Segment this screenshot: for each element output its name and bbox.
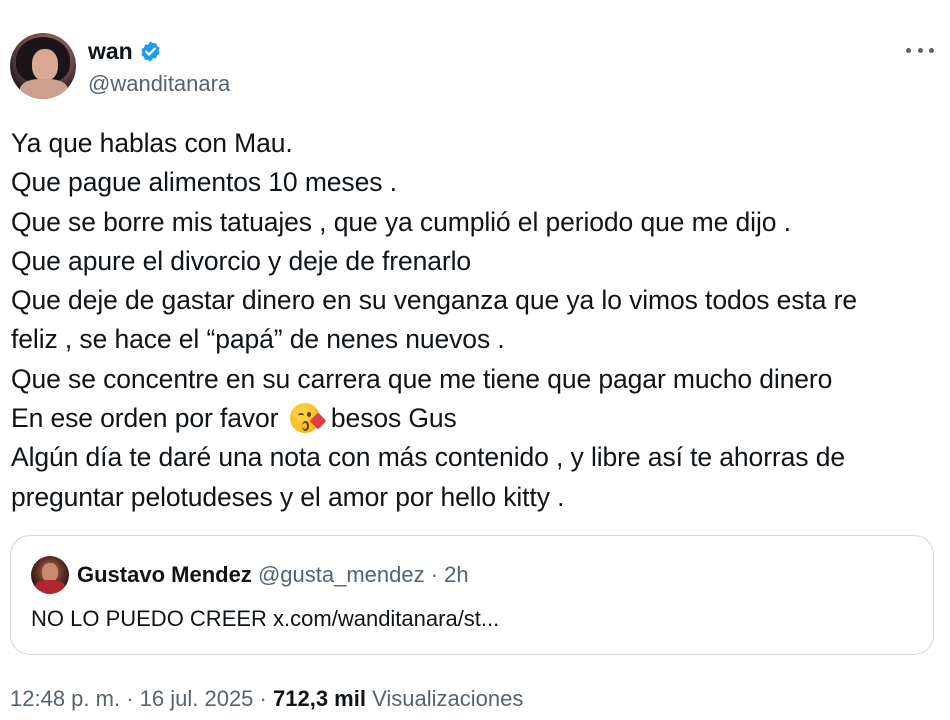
author-handle[interactable]: @wanditanara: [88, 70, 230, 98]
quoted-time[interactable]: 2h: [444, 562, 468, 587]
footer-separator: ·: [259, 686, 267, 711]
quoted-tweet-text: NO LO PUEDO CREER x.com/wanditanara/st..…: [31, 606, 500, 631]
views-count: 712,3 mil: [273, 686, 366, 711]
views-label: Visualizaciones: [372, 686, 524, 711]
tweet-line: Que se concentre en su carrera que me ti…: [11, 363, 833, 394]
tweet-line: feliz , se hace el “papá” de nenes nuevo…: [11, 324, 505, 355]
tweet-line: Que se borre mis tatuajes , que ya cumpl…: [11, 206, 791, 237]
author-name-row[interactable]: wan: [88, 37, 162, 65]
tweet-line: Que apure el divorcio y deje de frenarlo: [11, 245, 472, 276]
tweet-text: Ya que hablas con Mau. Que pague aliment…: [11, 124, 941, 517]
tweet-footer: 12:48 p. m. · 16 jul. 2025 · 712,3 mil V…: [10, 684, 523, 714]
tweet-line: Algún día te daré una nota con más conte…: [11, 442, 845, 473]
tweet-time[interactable]: 12:48 p. m.: [10, 686, 120, 711]
author-name[interactable]: wan: [88, 37, 133, 65]
more-options-icon[interactable]: [906, 36, 934, 64]
quoted-author-handle[interactable]: @gusta_mendez: [258, 562, 425, 587]
tweet-line: preguntar pelotudeses y el amor por hell…: [11, 481, 565, 512]
tweet-date[interactable]: 16 jul. 2025: [140, 686, 254, 711]
quoted-tweet[interactable]: Gustavo Mendez @gusta_mendez · 2h NO LO …: [10, 535, 934, 655]
tweet-line-with-emoji: En ese orden por favor besos Gus: [11, 399, 941, 438]
quoted-author-avatar[interactable]: [31, 556, 69, 594]
verified-badge-icon: [141, 40, 160, 62]
tweet-line: Ya que hablas con Mau.: [11, 128, 293, 158]
author-avatar[interactable]: [10, 33, 76, 99]
quoted-author-name[interactable]: Gustavo Mendez: [77, 562, 252, 587]
quoted-tweet-header: Gustavo Mendez @gusta_mendez · 2h: [77, 560, 469, 590]
tweet-line: Que deje de gastar dinero en su venganza…: [11, 285, 857, 316]
kiss-emoji-icon: [289, 403, 327, 434]
tweet-line-part: besos Gus: [330, 403, 457, 434]
tweet-line-part: En ese orden por favor: [11, 403, 279, 434]
tweet-line: Que pague alimentos 10 meses .: [11, 167, 397, 198]
footer-separator: ·: [126, 686, 134, 711]
quoted-separator: ·: [430, 562, 439, 587]
